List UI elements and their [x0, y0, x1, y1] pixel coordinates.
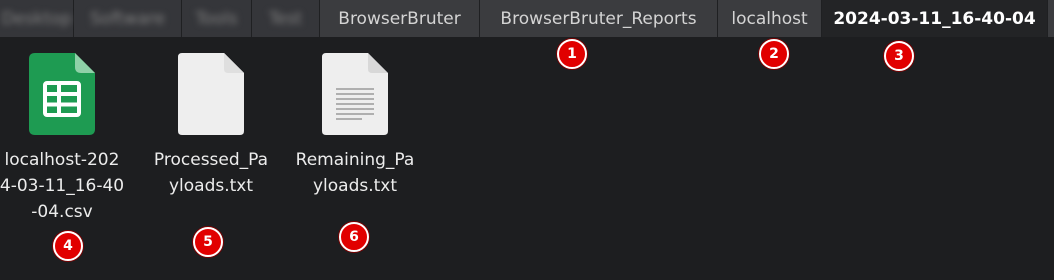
- file-item-csv[interactable]: localhost-202 4-03-11_16-40 -04.csv: [0, 53, 132, 233]
- marker-2: 2: [759, 39, 789, 69]
- breadcrumb-item-2[interactable]: Software: [74, 0, 182, 37]
- breadcrumb-item-1[interactable]: Desktop: [0, 0, 74, 37]
- breadcrumb-item-localhost[interactable]: localhost: [718, 0, 822, 37]
- file-item-processed-payloads[interactable]: Processed_Pa yloads.txt: [141, 53, 281, 196]
- breadcrumb-item-4[interactable]: Test: [252, 0, 320, 37]
- marker-3: 3: [884, 41, 914, 71]
- marker-1: 1: [557, 39, 587, 69]
- breadcrumb-item-current[interactable]: 2024-03-11_16-40-04: [822, 0, 1048, 37]
- marker-5: 5: [193, 227, 223, 257]
- breadcrumb-item-3[interactable]: Tools: [182, 0, 252, 37]
- breadcrumb: Desktop Software Tools Test BrowserBrute…: [0, 0, 1054, 37]
- breadcrumb-scroll-edge: [1048, 0, 1054, 37]
- file-name: Remaining_Pa yloads.txt: [295, 150, 415, 196]
- breadcrumb-item-reports[interactable]: BrowserBruter_Reports: [480, 0, 718, 37]
- file-name: Processed_Pa yloads.txt: [153, 150, 269, 196]
- marker-6: 6: [339, 222, 369, 252]
- marker-4: 4: [53, 231, 83, 261]
- breadcrumb-item-browserbruter[interactable]: BrowserBruter: [320, 0, 480, 37]
- blank-file-icon: [178, 53, 244, 135]
- file-name: localhost-202 4-03-11_16-40 -04.csv: [0, 150, 125, 222]
- file-item-remaining-payloads[interactable]: Remaining_Pa yloads.txt: [285, 53, 425, 196]
- text-file-icon: [322, 53, 388, 135]
- file-manager-window: Desktop Software Tools Test BrowserBrute…: [0, 0, 1054, 280]
- spreadsheet-icon: [29, 53, 95, 135]
